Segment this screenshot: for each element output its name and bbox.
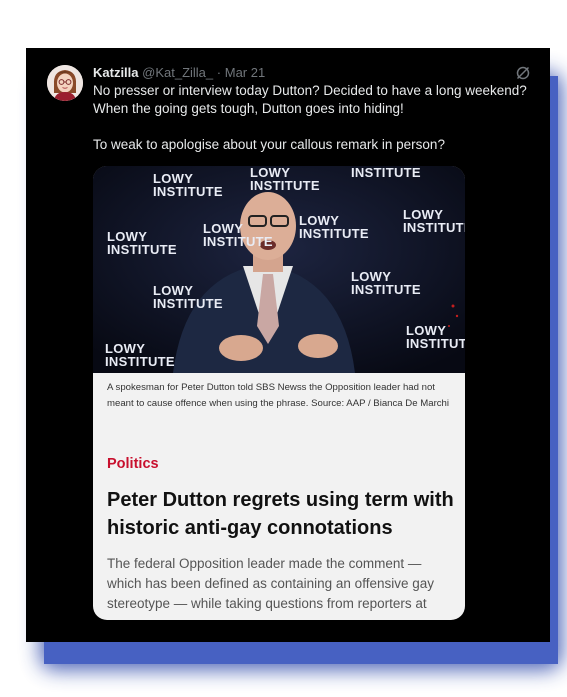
tweet-text-line: To weak to apologise about your callous …	[93, 137, 445, 152]
photo-logo: INSTITUTE	[351, 166, 421, 180]
tweet-date[interactable]: Mar 21	[225, 65, 265, 80]
photo-logo: LOWYINSTITUTE	[403, 207, 465, 235]
tweet-card[interactable]: Katzilla @Kat_Zilla_ · Mar 21 No presser…	[26, 48, 550, 642]
tweet-header: Katzilla @Kat_Zilla_ · Mar 21	[93, 65, 533, 80]
grok-icon[interactable]	[515, 65, 531, 81]
photo-logo: LOWYINSTITUTE	[351, 269, 421, 297]
article-headline[interactable]: Peter Dutton regrets using term with his…	[107, 486, 459, 542]
photo-logo: LOWYINSTITUTE	[203, 221, 273, 249]
article-category[interactable]: Politics	[107, 456, 159, 472]
avatar[interactable]	[47, 65, 83, 101]
photo-logo: LOWYINSTITUTE	[406, 323, 465, 351]
article-summary: The federal Opposition leader made the c…	[107, 556, 434, 611]
meta-separator: ·	[216, 65, 222, 80]
photo-logo: LOWYINSTITUTE	[153, 283, 223, 311]
photo-caption: A spokesman for Peter Dutton told SBS Ne…	[107, 382, 450, 409]
tweet-text: No presser or interview today Dutton? De…	[93, 82, 543, 154]
handle[interactable]: @Kat_Zilla_	[142, 65, 213, 80]
avatar-illustration	[47, 65, 83, 101]
photo-logo: LOWYINSTITUTE	[105, 341, 175, 369]
tweet-text-line: No presser or interview today Dutton? De…	[93, 83, 527, 98]
photo-logo: LOWYINSTITUTE	[153, 171, 223, 199]
photo-logo: LOWYINSTITUTE	[107, 229, 177, 257]
display-name[interactable]: Katzilla	[93, 65, 139, 80]
article-photo[interactable]: LOWY INSTITUTE LOWY INSTITUTE INSTITUTE LO…	[93, 166, 465, 373]
tweet-text-line: When the going gets tough, Dutton goes i…	[93, 101, 404, 116]
photo-logo: LOWYINSTITUTE	[299, 213, 369, 241]
photo-logo: LOWYINSTITUTE	[250, 166, 320, 193]
article-embed[interactable]: LOWY INSTITUTE LOWY INSTITUTE INSTITUTE LO…	[93, 166, 465, 620]
